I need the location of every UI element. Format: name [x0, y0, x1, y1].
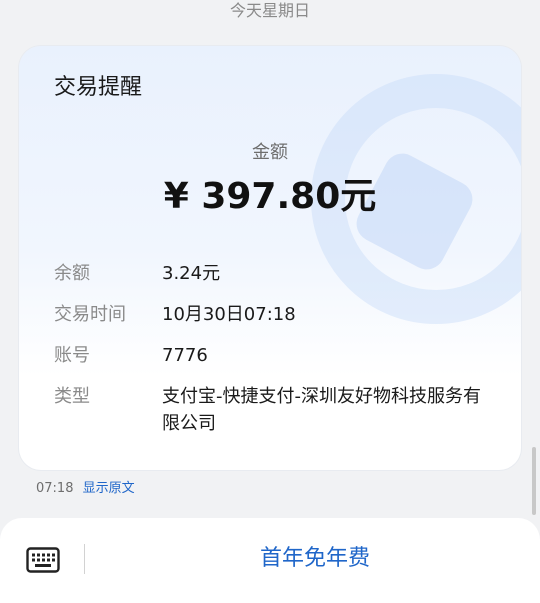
- message-time: 07:18: [36, 481, 74, 496]
- first-year-free-button[interactable]: 首年免年费: [100, 544, 530, 574]
- transaction-time-row: 交易时间 10月30日07:18: [54, 301, 494, 328]
- balance-label: 余额: [54, 263, 90, 284]
- amount-label: 金额: [252, 142, 288, 163]
- date-header: 今天星期日: [229, 1, 310, 20]
- type-label: 类型: [54, 386, 90, 407]
- transaction-details: 余额 3.24元 交易时间 10月30日07:18 账号 7776 类型 支付宝…: [54, 260, 494, 451]
- show-original-link[interactable]: 显示原文: [83, 481, 135, 496]
- balance-row: 余额 3.24元: [54, 260, 494, 287]
- bottom-divider: [84, 544, 85, 574]
- transaction-card[interactable]: 交易提醒 金额 ¥ 397.80元 余额 3.24元 交易时间 10月30日07…: [19, 46, 521, 470]
- card-title: 交易提醒: [54, 75, 143, 100]
- account-label: 账号: [54, 345, 90, 366]
- type-row: 类型 支付宝-快捷支付-深圳友好物科技服务有限公司: [54, 383, 494, 437]
- amount-value: ¥ 397.80元: [163, 176, 377, 217]
- account-row: 账号 7776: [54, 342, 494, 369]
- keyboard-icon[interactable]: [26, 547, 60, 573]
- bottom-bar: 首年免年费: [0, 518, 540, 603]
- scrollbar[interactable]: [532, 447, 536, 515]
- type-value: 支付宝-快捷支付-深圳友好物科技服务有限公司: [162, 386, 481, 434]
- message-meta: 07:18 显示原文: [36, 480, 135, 498]
- transaction-time-value: 10月30日07:18: [162, 304, 296, 325]
- account-value: 7776: [162, 345, 208, 366]
- balance-value: 3.24元: [162, 263, 221, 284]
- transaction-time-label: 交易时间: [54, 304, 126, 325]
